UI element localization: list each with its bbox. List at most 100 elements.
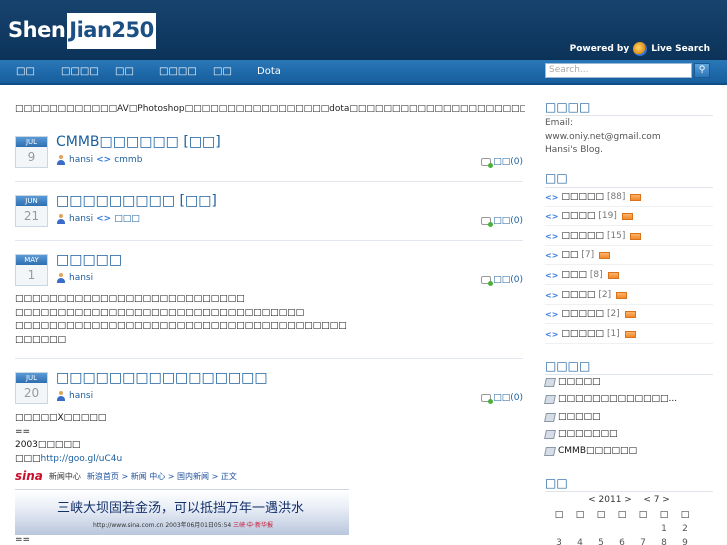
category-item[interactable]: <> □□□□□ [88] (545, 188, 713, 207)
category-name: □□□□ (561, 211, 596, 221)
link-arrow-icon: <> (545, 329, 559, 339)
recent-post-title: □□□□□□□ (558, 429, 618, 439)
calendar-day[interactable]: 6 (612, 538, 632, 545)
news-source: 三峡·中·新华报 (233, 522, 273, 529)
sidebar-categories-title: □□ (545, 171, 568, 185)
sidebar-divider (545, 491, 713, 492)
category-name: □□□□□ (561, 192, 604, 202)
comments-link[interactable]: □□(0) (481, 275, 523, 286)
calendar-month-nav[interactable]: < 7 > (643, 495, 670, 505)
rss-icon[interactable] (616, 291, 628, 299)
calendar-day[interactable]: 1 (654, 524, 674, 534)
date-badge: JUL 20 (15, 372, 48, 404)
category-item[interactable]: <> □□□□□ [2] (545, 305, 713, 324)
rss-icon[interactable] (630, 232, 642, 240)
calendar-day[interactable]: 2 (675, 524, 695, 534)
post-category[interactable]: □□□ (114, 214, 140, 224)
post-divider (15, 240, 523, 241)
category-item[interactable]: <> □□□ [8] (545, 266, 713, 285)
date-month: JUL (16, 137, 47, 147)
body-line: □□□□□X□□□□□ (15, 413, 107, 423)
calendar-day[interactable]: 9 (675, 538, 695, 545)
rss-icon[interactable] (621, 212, 633, 220)
recent-post-title: □□□□□□□□□□□□□... (558, 394, 678, 404)
post-title[interactable]: □□□□□□□□□ [□□] (56, 193, 217, 209)
post-author[interactable]: hansi (69, 273, 93, 283)
calendar-day[interactable]: 3 (549, 538, 569, 545)
comments-count: □□(0) (493, 275, 523, 285)
category-count: [19] (598, 211, 617, 221)
category-icon: <> (96, 155, 112, 165)
tag-icon (544, 446, 556, 456)
recent-post-item[interactable]: □□□□□□□ (544, 429, 618, 439)
rss-icon[interactable] (624, 310, 636, 318)
email-address: www.oniy.net@gmail.com (545, 131, 661, 142)
date-day: 20 (23, 386, 40, 400)
logo-text-shen: Shen (8, 18, 66, 42)
post-category[interactable]: cmmb (114, 155, 142, 165)
short-link[interactable]: http://goo.gl/uC4u (41, 454, 123, 464)
post-title[interactable]: CMMB□□□□□□ [□□] (56, 134, 221, 150)
recent-post-item[interactable]: □□□□□ (544, 412, 601, 422)
comment-icon (481, 158, 494, 168)
calendar-weekday: □ (575, 510, 585, 520)
nav-item-4[interactable]: □□□□ (159, 66, 197, 77)
search-input[interactable]: Search... (545, 63, 692, 78)
category-count: [1] (606, 329, 620, 339)
link-arrow-icon: <> (545, 231, 559, 241)
rss-icon[interactable] (624, 330, 636, 338)
calendar-day[interactable]: 5 (591, 538, 611, 545)
category-count: [15] (606, 231, 626, 241)
site-logo[interactable]: Shen Jian250 (8, 13, 156, 49)
nav-item-dota[interactable]: Dota (257, 66, 281, 77)
category-name: □□□□□ (561, 231, 604, 241)
post-meta: hansi <> cmmb (56, 155, 142, 165)
logo-text-jian250: Jian250 (67, 13, 156, 49)
post-author[interactable]: hansi (69, 391, 93, 401)
category-item[interactable]: <> □□□□□ [1] (545, 325, 713, 344)
post-meta: hansi (56, 273, 93, 283)
search-button[interactable]: ⚲ (694, 63, 710, 78)
post-author[interactable]: hansi (69, 214, 93, 224)
calendar-year-nav[interactable]: < 2011 > (588, 495, 632, 505)
calendar-day[interactable]: 8 (654, 538, 674, 545)
rss-icon[interactable] (599, 251, 611, 259)
news-breadcrumb: 新浪首页 > 新闻 中心 > 国内新闻 > 正文 (86, 471, 237, 481)
calendar-day[interactable]: 7 (633, 538, 653, 545)
rss-icon[interactable] (607, 271, 619, 279)
rss-icon[interactable] (630, 193, 642, 201)
nav-item-2[interactable]: □□□□ (61, 66, 99, 77)
body-line: □□□□□□□□□□□□□□□□□□□□□□□□□□□□□□□□□□□□□□□ (15, 321, 347, 331)
date-badge: JUL 9 (15, 136, 48, 168)
post-title[interactable]: □□□□□□□□□□□□□□□□ (56, 370, 268, 386)
category-item[interactable]: <> □□ [7] (545, 246, 713, 265)
date-month: MAY (16, 255, 47, 265)
link-arrow-icon: <> (545, 270, 559, 280)
comments-link[interactable]: □□(0) (481, 393, 523, 404)
calendar-nav: < 2011 > < 7 > (545, 495, 713, 505)
recent-post-item[interactable]: CMMB□□□□□□ (544, 446, 637, 456)
category-item[interactable]: <> □□□□ [19] (545, 207, 713, 226)
nav-item-5[interactable]: □□ (213, 66, 232, 77)
category-count: [8] (589, 270, 603, 280)
recent-post-item[interactable]: □□□□□ (544, 377, 601, 387)
category-item[interactable]: <> □□□□ [2] (545, 286, 713, 305)
news-headline-bar: 三峡大坝固若金汤，可以抵挡万年一遇洪水 http://www.sina.com.… (15, 489, 349, 535)
post-title[interactable]: □□□□□ (56, 252, 122, 268)
nav-item-3[interactable]: □□ (115, 66, 134, 77)
comments-count: □□(0) (493, 216, 523, 226)
date-month: JUN (16, 196, 47, 206)
user-icon (56, 155, 66, 165)
recent-post-item[interactable]: □□□□□□□□□□□□□... (544, 394, 678, 404)
comments-link[interactable]: □□(0) (481, 157, 523, 168)
post-author[interactable]: hansi (69, 155, 93, 165)
category-item[interactable]: <> □□□□□ [15] (545, 227, 713, 246)
calendar-day[interactable]: 4 (570, 538, 590, 545)
comments-link[interactable]: □□(0) (481, 216, 523, 227)
post-divider (15, 358, 523, 359)
calendar-weekday: □ (680, 510, 690, 520)
news-headline: 三峡大坝固若金汤，可以抵挡万年一遇洪水 (57, 501, 305, 516)
user-icon (56, 214, 66, 224)
nav-item-1[interactable]: □□ (16, 66, 35, 77)
sidebar-about: Email: www.oniy.net@gmail.com Hansi's Bl… (545, 117, 661, 158)
